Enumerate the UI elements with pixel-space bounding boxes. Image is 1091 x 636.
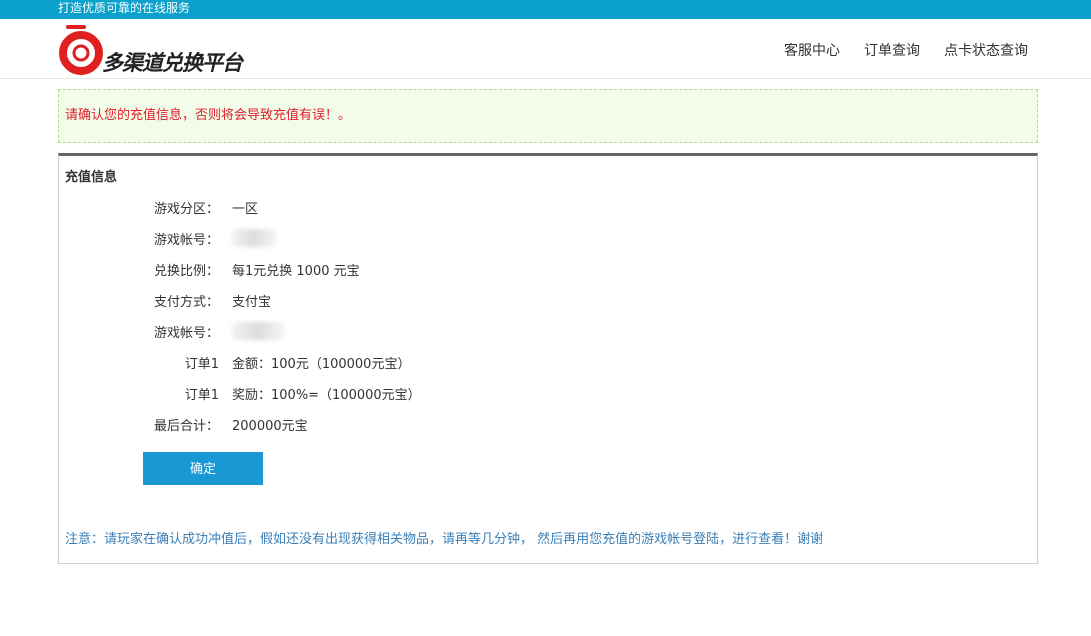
info-value: 奖励：100%=（100000元宝） <box>232 388 421 403</box>
slogan-text: 打造优质可靠的在线服务 <box>58 1 191 15</box>
confirm-button[interactable]: 确定 <box>143 452 263 485</box>
info-label: 游戏帐号： <box>153 233 219 248</box>
redacted-account <box>232 322 284 340</box>
logo-ring-icon <box>59 25 103 75</box>
nav-card-status-query[interactable]: 点卡状态查询 <box>944 40 1028 60</box>
site-logo[interactable]: 多渠道兑换平台 <box>58 23 268 77</box>
recharge-info-panel: 充值信息 游戏分区： 一区 游戏帐号： 兑换比例： 每1元兑换 1000 元宝 … <box>58 153 1038 564</box>
info-value: 一区 <box>232 202 259 217</box>
info-label: 订单1 <box>184 357 219 372</box>
info-row-ratio: 兑换比例： 每1元兑换 1000 元宝 <box>59 260 1039 280</box>
info-row-payment: 支付方式： 支付宝 <box>59 291 1039 311</box>
alert-text: 请确认您的充值信息，否则将会导致充值有误！。 <box>65 108 352 123</box>
site-header: 多渠道兑换平台 客服中心 订单查询 点卡状态查询 <box>0 19 1091 79</box>
info-label: 游戏分区： <box>153 202 219 217</box>
nav-order-query[interactable]: 订单查询 <box>864 40 920 60</box>
info-row-account-2: 游戏帐号： <box>59 322 1039 342</box>
nav-customer-service[interactable]: 客服中心 <box>784 40 840 60</box>
info-label: 支付方式： <box>153 295 219 310</box>
info-row-zone: 游戏分区： 一区 <box>59 198 1039 218</box>
info-row-total: 最后合计： 200000元宝 <box>59 415 1039 435</box>
info-value-redacted <box>232 322 284 340</box>
info-label: 游戏帐号： <box>153 326 219 341</box>
info-row-order-amount: 订单1 金额：100元（100000元宝） <box>59 353 1039 373</box>
info-value: 金额：100元（100000元宝） <box>232 357 411 372</box>
info-value: 200000元宝 <box>232 419 308 434</box>
info-label: 订单1 <box>184 388 219 403</box>
panel-title: 充值信息 <box>65 170 118 185</box>
top-nav: 客服中心 订单查询 点卡状态查询 <box>784 40 1028 60</box>
info-value-redacted <box>232 229 276 247</box>
confirm-alert: 请确认您的充值信息，否则将会导致充值有误！。 <box>58 89 1038 143</box>
info-label: 最后合计： <box>153 419 219 434</box>
top-banner: 打造优质可靠的在线服务 <box>0 0 1091 19</box>
redacted-account <box>232 229 276 247</box>
info-row-account: 游戏帐号： <box>59 229 1039 249</box>
info-label: 兑换比例： <box>153 264 219 279</box>
info-value: 每1元兑换 1000 元宝 <box>232 264 360 279</box>
logo-text: 多渠道兑换平台 <box>102 51 243 75</box>
notice-text: 注意：请玩家在确认成功冲值后，假如还没有出现获得相关物品，请再等几分钟， 然后再… <box>65 532 824 547</box>
info-value: 支付宝 <box>232 295 272 310</box>
info-row-order-bonus: 订单1 奖励：100%=（100000元宝） <box>59 384 1039 404</box>
